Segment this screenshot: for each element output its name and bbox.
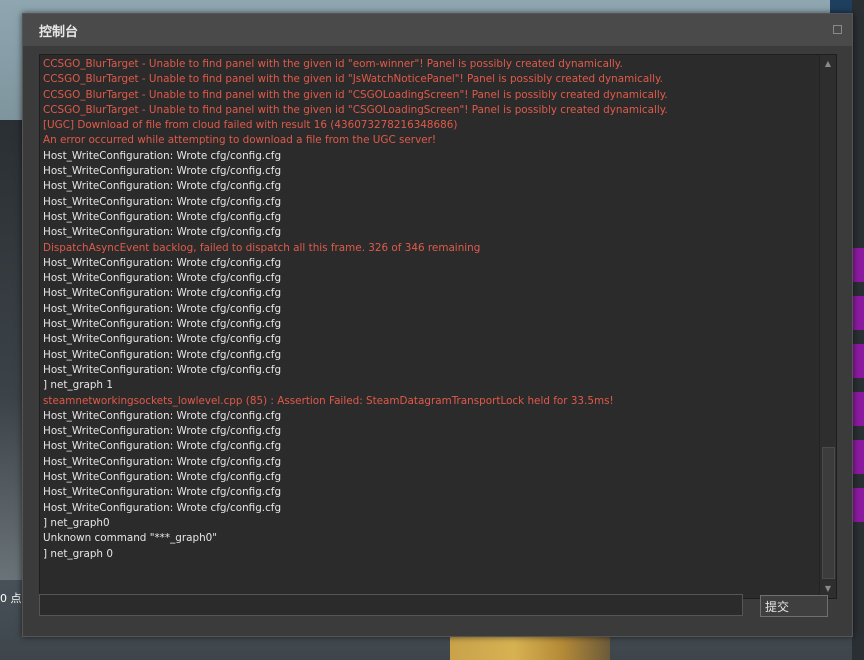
background-purple-block <box>852 488 864 522</box>
log-line-error: steamnetworkingsockets_lowlevel.cpp (85)… <box>43 394 614 407</box>
background-right-strip <box>852 0 864 660</box>
log-line: Host_WriteConfiguration: Wrote cfg/confi… <box>43 302 282 315</box>
background-purple-block <box>852 248 864 282</box>
log-line-error: [UGC] Download of file from cloud failed… <box>43 119 458 132</box>
log-line-error: DispatchAsyncEvent backlog, failed to di… <box>43 241 481 254</box>
log-line: Host_WriteConfiguration: Wrote cfg/confi… <box>43 425 282 438</box>
background-purple-block <box>852 440 864 474</box>
log-line: Host_WriteConfiguration: Wrote cfg/confi… <box>43 363 282 376</box>
log-line: Unknown command "***_graph0" <box>43 532 218 545</box>
log-line-error: An error occurred while attempting to do… <box>43 134 437 147</box>
background-left-panel <box>0 120 22 580</box>
log-line: Host_WriteConfiguration: Wrote cfg/confi… <box>43 287 282 300</box>
log-line: Host_WriteConfiguration: Wrote cfg/confi… <box>43 256 282 269</box>
log-line: Host_WriteConfiguration: Wrote cfg/confi… <box>43 318 282 331</box>
log-line: Host_WriteConfiguration: Wrote cfg/confi… <box>43 195 282 208</box>
triangle-down-icon[interactable]: ▼ <box>820 582 836 596</box>
log-line: ] net_graph 0 <box>43 547 113 560</box>
log-line: Host_WriteConfiguration: Wrote cfg/confi… <box>43 333 282 346</box>
log-line: Host_WriteConfiguration: Wrote cfg/confi… <box>43 165 282 178</box>
log-line: Host_WriteConfiguration: Wrote cfg/confi… <box>43 440 282 453</box>
background-left-text: 0 点 <box>0 592 22 605</box>
log-line: ] net_graph 1 <box>43 379 113 392</box>
log-line: Host_WriteConfiguration: Wrote cfg/confi… <box>43 180 282 193</box>
command-input[interactable] <box>39 594 743 616</box>
log-line-error: CCSGO_BlurTarget - Unable to find panel … <box>43 58 623 70</box>
log-line: Host_WriteConfiguration: Wrote cfg/confi… <box>43 272 282 285</box>
log-line: Host_WriteConfiguration: Wrote cfg/confi… <box>43 486 282 499</box>
log-line: Host_WriteConfiguration: Wrote cfg/confi… <box>43 409 282 422</box>
log-line: ] net_graph0 <box>43 516 110 529</box>
title-bar[interactable]: 控制台 <box>23 14 852 46</box>
console-log[interactable]: CCSGO_BlurTarget - Unable to find panel … <box>39 54 837 599</box>
close-icon[interactable] <box>833 25 842 34</box>
triangle-up-icon[interactable]: ▲ <box>820 57 836 71</box>
scrollbar[interactable]: ▲ ▼ <box>819 55 836 598</box>
log-line: Host_WriteConfiguration: Wrote cfg/confi… <box>43 210 282 223</box>
scroll-thumb[interactable] <box>822 447 835 579</box>
log-line: Host_WriteConfiguration: Wrote cfg/confi… <box>43 471 282 484</box>
log-line: Host_WriteConfiguration: Wrote cfg/confi… <box>43 149 282 162</box>
background-purple-block <box>852 296 864 330</box>
log-line: Host_WriteConfiguration: Wrote cfg/confi… <box>43 455 282 468</box>
log-line: Host_WriteConfiguration: Wrote cfg/confi… <box>43 226 282 239</box>
log-line: Host_WriteConfiguration: Wrote cfg/confi… <box>43 501 282 514</box>
log-line-error: CCSGO_BlurTarget - Unable to find panel … <box>43 88 668 101</box>
log-line-error: CCSGO_BlurTarget - Unable to find panel … <box>43 103 668 116</box>
log-lines: CCSGO_BlurTarget - Unable to find panel … <box>43 57 816 562</box>
window-title: 控制台 <box>39 25 79 40</box>
background-purple-block <box>852 344 864 378</box>
log-line-error: CCSGO_BlurTarget - Unable to find panel … <box>43 73 663 86</box>
log-line: Host_WriteConfiguration: Wrote cfg/confi… <box>43 348 282 361</box>
console-window: 控制台 CCSGO_BlurTarget - Unable to find pa… <box>22 13 853 637</box>
submit-button[interactable]: 提交 <box>760 595 828 617</box>
background-purple-block <box>852 392 864 426</box>
